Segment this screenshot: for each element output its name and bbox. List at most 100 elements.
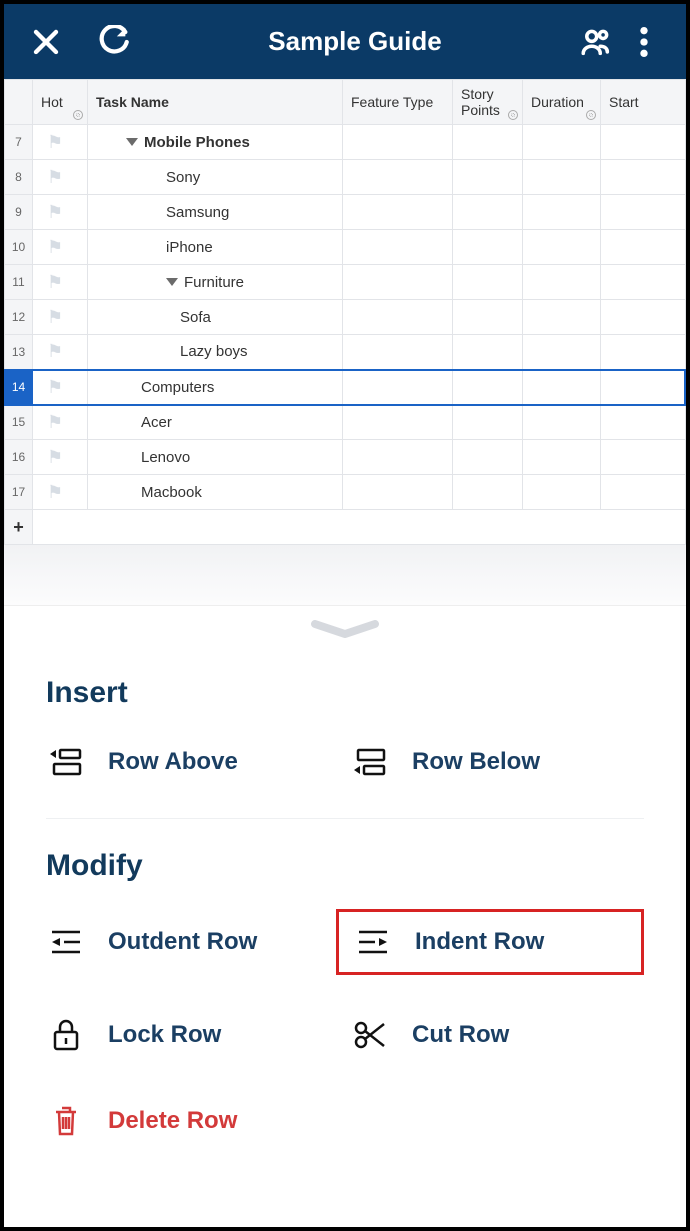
hot-cell[interactable]: ⚑ — [33, 265, 88, 300]
table-row[interactable]: 8⚑Sony — [5, 160, 686, 195]
col-header-hot[interactable]: Hot — [33, 80, 88, 125]
duration-cell[interactable] — [523, 370, 601, 405]
points-cell[interactable] — [453, 440, 523, 475]
row-number[interactable]: 8 — [5, 160, 33, 195]
feature-cell[interactable] — [343, 405, 453, 440]
hot-cell[interactable]: ⚑ — [33, 370, 88, 405]
col-header-rownum[interactable] — [5, 80, 33, 125]
hot-cell[interactable]: ⚑ — [33, 335, 88, 370]
table-row[interactable]: 9⚑Samsung — [5, 195, 686, 230]
hot-cell[interactable]: ⚑ — [33, 125, 88, 160]
task-cell[interactable]: Samsung — [88, 195, 343, 230]
row-number[interactable]: 10 — [5, 230, 33, 265]
hot-cell[interactable]: ⚑ — [33, 440, 88, 475]
col-header-points[interactable]: Story Points — [453, 80, 523, 125]
hot-cell[interactable]: ⚑ — [33, 160, 88, 195]
start-cell[interactable] — [601, 370, 686, 405]
share-button[interactable] — [572, 18, 620, 66]
table-row[interactable]: 13⚑Lazy boys — [5, 335, 686, 370]
duration-cell[interactable] — [523, 475, 601, 510]
add-row-button[interactable]: + — [5, 510, 33, 545]
col-header-task[interactable]: Task Name — [88, 80, 343, 125]
duration-cell[interactable] — [523, 405, 601, 440]
task-cell[interactable]: Macbook — [88, 475, 343, 510]
task-cell[interactable]: Computers — [88, 370, 343, 405]
task-cell[interactable]: Lazy boys — [88, 335, 343, 370]
close-button[interactable] — [22, 18, 70, 66]
col-header-duration[interactable]: Duration — [523, 80, 601, 125]
points-cell[interactable] — [453, 300, 523, 335]
table-row[interactable]: 15⚑Acer — [5, 405, 686, 440]
table-row[interactable]: 11⚑Furniture — [5, 265, 686, 300]
table-row[interactable]: 17⚑Macbook — [5, 475, 686, 510]
start-cell[interactable] — [601, 335, 686, 370]
col-header-start[interactable]: Start — [601, 80, 686, 125]
start-cell[interactable] — [601, 125, 686, 160]
feature-cell[interactable] — [343, 475, 453, 510]
row-number[interactable]: 17 — [5, 475, 33, 510]
start-cell[interactable] — [601, 160, 686, 195]
feature-cell[interactable] — [343, 160, 453, 195]
spreadsheet[interactable]: Hot Task Name Feature Type Story Points … — [4, 79, 686, 545]
duration-cell[interactable] — [523, 265, 601, 300]
points-cell[interactable] — [453, 195, 523, 230]
task-cell[interactable]: Sony — [88, 160, 343, 195]
feature-cell[interactable] — [343, 370, 453, 405]
task-cell[interactable]: Lenovo — [88, 440, 343, 475]
task-cell[interactable]: Acer — [88, 405, 343, 440]
points-cell[interactable] — [453, 125, 523, 160]
duration-cell[interactable] — [523, 335, 601, 370]
start-cell[interactable] — [601, 440, 686, 475]
row-number[interactable]: 15 — [5, 405, 33, 440]
hot-cell[interactable]: ⚑ — [33, 405, 88, 440]
duration-cell[interactable] — [523, 160, 601, 195]
duration-cell[interactable] — [523, 440, 601, 475]
feature-cell[interactable] — [343, 195, 453, 230]
row-number[interactable]: 14 — [5, 370, 33, 405]
caret-down-icon[interactable] — [166, 278, 178, 286]
feature-cell[interactable] — [343, 300, 453, 335]
duration-cell[interactable] — [523, 230, 601, 265]
start-cell[interactable] — [601, 265, 686, 300]
add-row[interactable]: + — [5, 510, 686, 545]
table-row[interactable]: 12⚑Sofa — [5, 300, 686, 335]
feature-cell[interactable] — [343, 440, 453, 475]
cut-row-button[interactable]: Cut Row — [350, 1009, 644, 1061]
row-number[interactable]: 12 — [5, 300, 33, 335]
duration-cell[interactable] — [523, 195, 601, 230]
drag-handle[interactable] — [46, 606, 644, 664]
start-cell[interactable] — [601, 475, 686, 510]
refresh-button[interactable] — [90, 18, 138, 66]
feature-cell[interactable] — [343, 125, 453, 160]
hot-cell[interactable]: ⚑ — [33, 230, 88, 265]
hot-cell[interactable]: ⚑ — [33, 475, 88, 510]
points-cell[interactable] — [453, 230, 523, 265]
task-cell[interactable]: Sofa — [88, 300, 343, 335]
duration-cell[interactable] — [523, 300, 601, 335]
points-cell[interactable] — [453, 370, 523, 405]
table-row[interactable]: 14⚑Computers — [5, 370, 686, 405]
points-cell[interactable] — [453, 160, 523, 195]
outdent-row-button[interactable]: Outdent Row — [46, 909, 340, 975]
start-cell[interactable] — [601, 405, 686, 440]
row-number[interactable]: 7 — [5, 125, 33, 160]
start-cell[interactable] — [601, 195, 686, 230]
caret-down-icon[interactable] — [126, 138, 138, 146]
table-row[interactable]: 10⚑iPhone — [5, 230, 686, 265]
row-number[interactable]: 16 — [5, 440, 33, 475]
hot-cell[interactable]: ⚑ — [33, 195, 88, 230]
more-button[interactable] — [620, 18, 668, 66]
row-above-button[interactable]: Row Above — [46, 736, 340, 788]
lock-row-button[interactable]: Lock Row — [46, 1009, 340, 1061]
table-row[interactable]: 7⚑Mobile Phones — [5, 125, 686, 160]
points-cell[interactable] — [453, 335, 523, 370]
start-cell[interactable] — [601, 300, 686, 335]
task-cell[interactable]: iPhone — [88, 230, 343, 265]
points-cell[interactable] — [453, 475, 523, 510]
col-header-feature[interactable]: Feature Type — [343, 80, 453, 125]
start-cell[interactable] — [601, 230, 686, 265]
points-cell[interactable] — [453, 265, 523, 300]
duration-cell[interactable] — [523, 125, 601, 160]
task-cell[interactable]: Furniture — [88, 265, 343, 300]
row-number[interactable]: 13 — [5, 335, 33, 370]
